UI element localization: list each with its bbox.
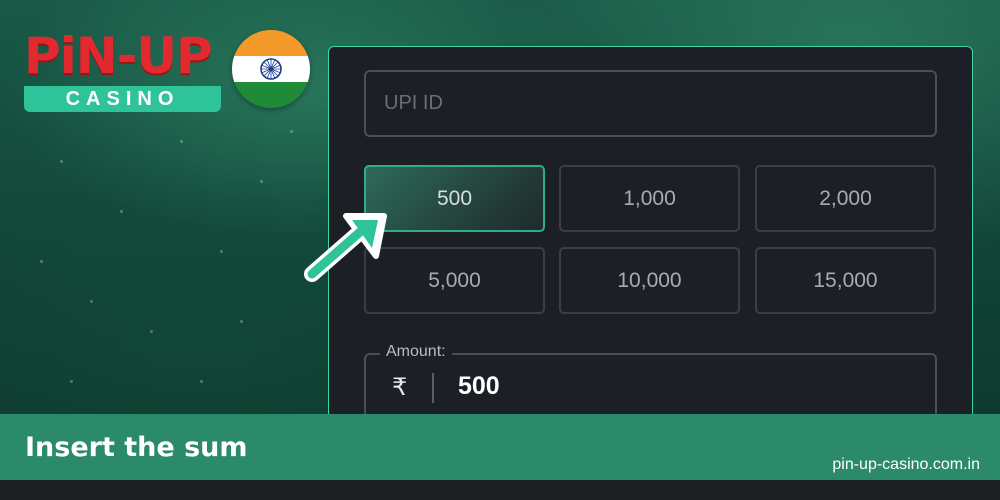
amount-field[interactable]: Amount: ₹ 500 — [364, 343, 937, 420]
upi-id-input[interactable] — [364, 70, 937, 137]
amount-divider — [432, 373, 434, 403]
amount-option-5000[interactable]: 5,000 — [364, 247, 545, 314]
pin-up-casino-logo: PiN-UP CASINO — [24, 27, 224, 112]
caption-title: Insert the sum — [25, 432, 248, 463]
amount-option-1000[interactable]: 1,000 — [559, 165, 740, 232]
site-url: pin-up-casino.com.in — [832, 456, 980, 473]
ashoka-chakra-icon — [260, 58, 282, 80]
amount-option-15000[interactable]: 15,000 — [755, 247, 936, 314]
amount-option-2000[interactable]: 2,000 — [755, 165, 936, 232]
logo-subtitle: CASINO — [24, 86, 221, 112]
pointer-arrow-icon — [304, 213, 387, 282]
amount-option-500[interactable]: 500 — [364, 165, 545, 232]
logo-wordmark: PiN-UP — [24, 27, 213, 85]
footer-strip — [0, 480, 1000, 500]
amount-option-10000[interactable]: 10,000 — [559, 247, 740, 314]
amount-value: 500 — [458, 372, 500, 400]
amount-label: Amount: — [380, 343, 452, 361]
deposit-form-panel: 500 1,000 2,000 5,000 10,000 15,000 Amou… — [328, 46, 973, 454]
rupee-icon: ₹ — [392, 374, 408, 401]
india-flag-icon — [232, 30, 310, 108]
